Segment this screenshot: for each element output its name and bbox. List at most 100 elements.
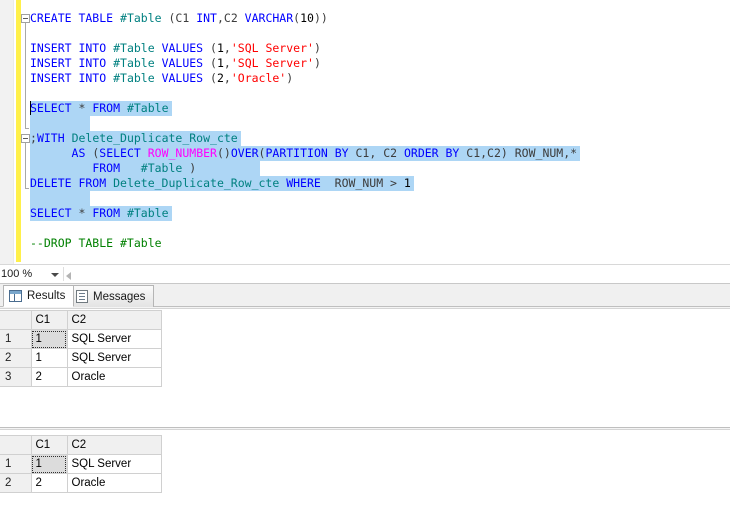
cell-c2[interactable]: SQL Server	[66, 454, 162, 474]
code-token: 'SQL Server'	[230, 56, 314, 70]
row-number-cell[interactable]: 3	[0, 367, 32, 387]
code-token: (	[203, 71, 217, 85]
tab-messages-label: Messages	[93, 290, 146, 303]
table-row[interactable]: 1 1 SQL Server	[0, 329, 162, 349]
code-token: #Table	[120, 11, 162, 25]
line-select-1[interactable]: SELECT * FROM #Table	[30, 101, 172, 116]
code-token: C1,C2) ROW_NUM,*	[466, 146, 578, 160]
row-number-cell[interactable]: 2	[0, 348, 32, 368]
code-token: VALUES	[154, 41, 204, 55]
code-token: #Table	[140, 161, 183, 175]
line-cte-as[interactable]: AS (SELECT ROW_NUMBER()OVER(PARTITION BY…	[30, 146, 580, 161]
results-grid-separator	[0, 427, 730, 430]
cell-c1[interactable]: 2	[30, 367, 68, 387]
line-insert-3[interactable]: INSERT INTO #Table VALUES (2,'Oracle')	[30, 71, 730, 86]
code-token: 1	[216, 41, 224, 55]
line-delete-cte[interactable]: DELETE FROM Delete_Duplicate_Row_cte WHE…	[30, 176, 414, 191]
table-header-row: C1 C2	[0, 310, 162, 330]
horizontal-scroll-left-arrow-icon[interactable]	[66, 272, 71, 280]
code-token: INSERT INTO	[30, 56, 114, 70]
cell-c1[interactable]: 1	[30, 348, 68, 368]
column-header-c1[interactable]: C1	[30, 435, 68, 455]
collapse-region-toggle-create-table[interactable]	[21, 14, 30, 23]
cell-c2[interactable]: Oracle	[66, 473, 162, 493]
editor-selection-margin[interactable]	[0, 0, 14, 264]
line-drop-comment[interactable]: --DROP TABLE #Table	[30, 236, 730, 251]
line-with-cte[interactable]: ;WITH Delete_Duplicate_Row_cte	[30, 131, 241, 146]
code-token: ,	[223, 41, 231, 55]
cell-c2[interactable]: SQL Server	[66, 329, 162, 349]
code-token: (	[203, 56, 217, 70]
line-insert-1[interactable]: INSERT INTO #Table VALUES (1,'SQL Server…	[30, 41, 730, 56]
line-blank-5[interactable]	[30, 221, 730, 236]
code-token: WHERE	[279, 176, 335, 190]
code-token: 'Oracle'	[230, 71, 287, 85]
code-token: INSERT INTO	[30, 41, 114, 55]
sql-code-text[interactable]: CREATE TABLE #Table (C1 INT,C2 VARCHAR (1…	[30, 11, 730, 251]
table-header-row: C1 C2	[0, 435, 162, 455]
code-token: SELECT	[30, 101, 79, 115]
grid-icon	[9, 290, 22, 302]
column-header-c1[interactable]: C1	[30, 310, 68, 330]
line-blank-2[interactable]	[30, 86, 730, 101]
result-grid-1[interactable]: C1 C2 1 1 SQL Server 2 1 SQL Server 3 2 Oracle	[0, 310, 162, 387]
code-token: OVER	[230, 146, 259, 160]
code-token: >	[390, 176, 404, 190]
results-tab-bar: Results Messages	[0, 283, 730, 307]
outlining-region-end	[25, 128, 29, 129]
tab-results[interactable]: Results	[3, 285, 75, 307]
code-token: PARTITION BY	[265, 146, 356, 160]
result-grid-2[interactable]: C1 C2 1 1 SQL Server 2 2 Oracle	[0, 435, 162, 493]
zoom-level-value[interactable]: 100 %	[1, 268, 32, 280]
code-token: Delete_Duplicate_Row_cte	[71, 131, 238, 145]
code-token: 'SQL Server'	[230, 41, 314, 55]
grid-corner-header[interactable]	[0, 435, 32, 455]
code-token: )	[313, 41, 321, 55]
code-token: 10	[300, 11, 314, 25]
row-number-cell[interactable]: 1	[0, 454, 32, 474]
code-token: 1	[403, 176, 411, 190]
tab-messages[interactable]: Messages	[70, 285, 155, 307]
code-token: AS	[71, 146, 93, 160]
code-token: )	[286, 71, 294, 85]
code-token: VALUES	[154, 56, 204, 70]
column-header-c2[interactable]: C2	[66, 435, 162, 455]
table-row[interactable]: 3 2 Oracle	[0, 367, 162, 387]
line-blank-4[interactable]	[30, 191, 90, 206]
code-token: ROW_NUM	[334, 176, 391, 190]
outlining-region-end	[25, 188, 29, 189]
line-select-2[interactable]: SELECT * FROM #Table	[30, 206, 172, 221]
code-token: SELECT	[30, 206, 79, 220]
chevron-down-icon[interactable]	[51, 273, 59, 277]
code-token: FROM	[92, 101, 127, 115]
table-row[interactable]: 2 2 Oracle	[0, 473, 162, 493]
grid-corner-header[interactable]	[0, 310, 32, 330]
table-row[interactable]: 1 1 SQL Server	[0, 454, 162, 474]
code-token: FROM	[92, 161, 141, 175]
outlining-region-line	[25, 23, 26, 128]
cell-c1[interactable]: 1	[30, 329, 68, 349]
code-token: VARCHAR	[244, 11, 294, 25]
row-number-cell[interactable]: 2	[0, 473, 32, 493]
code-token: *	[78, 206, 93, 220]
cell-c2[interactable]: SQL Server	[66, 348, 162, 368]
cell-c1[interactable]: 2	[30, 473, 68, 493]
text-caret	[30, 101, 31, 115]
table-row[interactable]: 2 1 SQL Server	[0, 348, 162, 368]
cell-c2[interactable]: Oracle	[66, 367, 162, 387]
sql-editor-pane[interactable]: CREATE TABLE #Table (C1 INT,C2 VARCHAR (1…	[0, 0, 730, 264]
column-header-c2[interactable]: C2	[66, 310, 162, 330]
line-create-table[interactable]: CREATE TABLE #Table (C1 INT,C2 VARCHAR(1…	[30, 11, 730, 26]
line-blank-1[interactable]	[30, 26, 730, 41]
code-token: ,	[223, 56, 231, 70]
row-number-cell[interactable]: 1	[0, 329, 32, 349]
collapse-region-toggle-cte[interactable]	[21, 134, 30, 143]
line-cte-from[interactable]: FROM #Table )	[30, 161, 260, 176]
code-token: ,	[223, 71, 231, 85]
cell-c1[interactable]: 1	[30, 454, 68, 474]
code-token: INT	[196, 11, 217, 25]
line-insert-2[interactable]: INSERT INTO #Table VALUES (1,'SQL Server…	[30, 56, 730, 71]
code-token: ORDER BY	[403, 146, 467, 160]
line-blank-3[interactable]	[30, 116, 90, 131]
